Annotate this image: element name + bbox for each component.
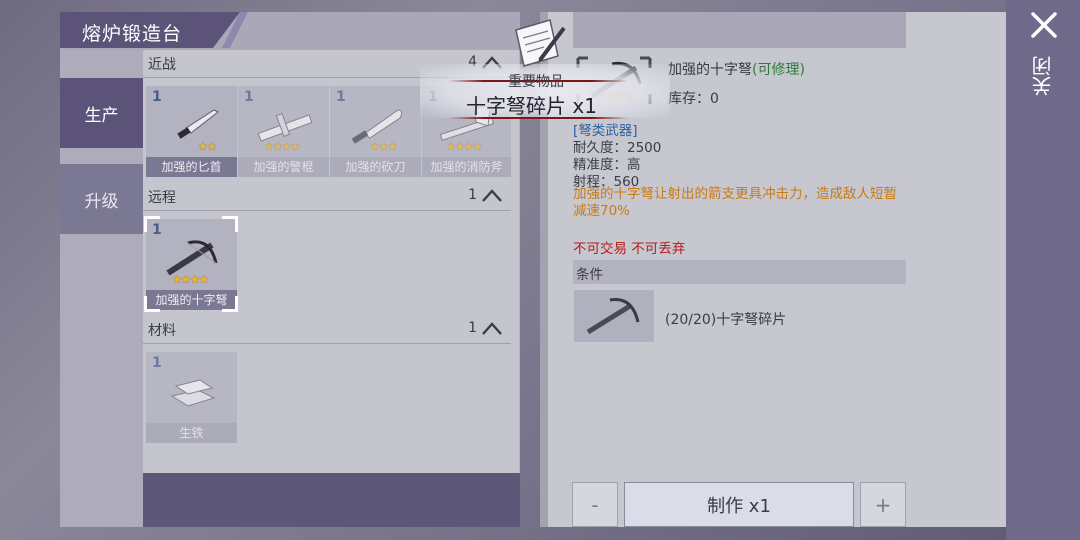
selection-corner — [144, 296, 160, 312]
selection-corner — [144, 216, 160, 232]
section-material-header[interactable]: 材料 1 — [143, 316, 511, 344]
item-card-dagger[interactable]: 1 ★★ 加强的匕首 — [146, 86, 237, 177]
tab-upgrade[interactable]: 升级 — [60, 164, 143, 234]
stock-count: 库存：0 — [668, 91, 719, 107]
item-name: 加强的匕首 — [146, 157, 237, 177]
iron-ingot-icon — [170, 379, 216, 407]
section-label: 远程 — [148, 190, 176, 206]
close-icon[interactable] — [1025, 6, 1063, 44]
item-name: 生铁 — [146, 423, 237, 443]
condition-text: (20/20)十字弩碎片 — [665, 312, 787, 328]
popup-subtitle: 重要物品 — [508, 74, 564, 90]
trade-restriction: 不可交易 不可丢弃 — [573, 241, 686, 257]
item-name: 加强的警棍 — [238, 157, 329, 177]
increase-button[interactable]: + — [860, 482, 906, 527]
item-card-machete[interactable]: 1 ★★★ 加强的砍刀 — [330, 86, 421, 177]
section-ranged-header[interactable]: 远程 1 — [143, 183, 511, 211]
selection-corner — [222, 216, 238, 232]
section-label: 近战 — [148, 57, 176, 73]
section-count: 1 — [468, 320, 477, 336]
rating-stars: ★★ — [198, 140, 217, 153]
decrease-button[interactable]: - — [572, 482, 618, 527]
item-card-iron[interactable]: 1 生铁 — [146, 352, 237, 443]
repairable-tag: (可修理) — [752, 62, 805, 78]
page-title: 熔炉锻造台 — [82, 23, 183, 45]
item-card-baton[interactable]: 1 ★★★★ 加强的警棍 — [238, 86, 329, 177]
detail-item-name: 加强的十字弩(可修理) — [668, 59, 805, 79]
rating-stars: ★★★★ — [172, 273, 208, 286]
item-name: 加强的消防斧 — [422, 157, 511, 177]
section-count: 1 — [468, 187, 477, 203]
item-name-text: 加强的十字弩 — [668, 62, 752, 78]
condition-header: 条件 — [573, 260, 906, 284]
rating-stars: ★★★★ — [446, 140, 482, 153]
condition-label: 条件 — [576, 267, 603, 283]
section-label: 材料 — [148, 323, 176, 339]
craft-button[interactable]: 制作 x1 — [624, 482, 854, 527]
item-description: 加强的十字弩让射出的箭支更具冲击力，造成敌人短暂减速70% — [573, 186, 897, 219]
selection-corner — [222, 296, 238, 312]
popup-title: 十字弩碎片 x1 — [466, 94, 597, 118]
list-footer — [143, 473, 520, 527]
detail-header — [573, 12, 906, 48]
chevron-up-icon[interactable] — [481, 318, 503, 340]
crossbow-icon — [586, 297, 640, 335]
rating-stars: ★★★ — [370, 140, 398, 153]
close-label[interactable]: 关闭 — [1031, 56, 1056, 96]
item-name: 加强的砍刀 — [330, 157, 421, 177]
tab-produce[interactable]: 生产 — [60, 78, 143, 148]
rating-stars: ★★★★ — [264, 140, 300, 153]
chevron-up-icon[interactable] — [481, 185, 503, 207]
note-pencil-icon — [515, 19, 566, 67]
condition-item-icon[interactable] — [574, 290, 654, 342]
